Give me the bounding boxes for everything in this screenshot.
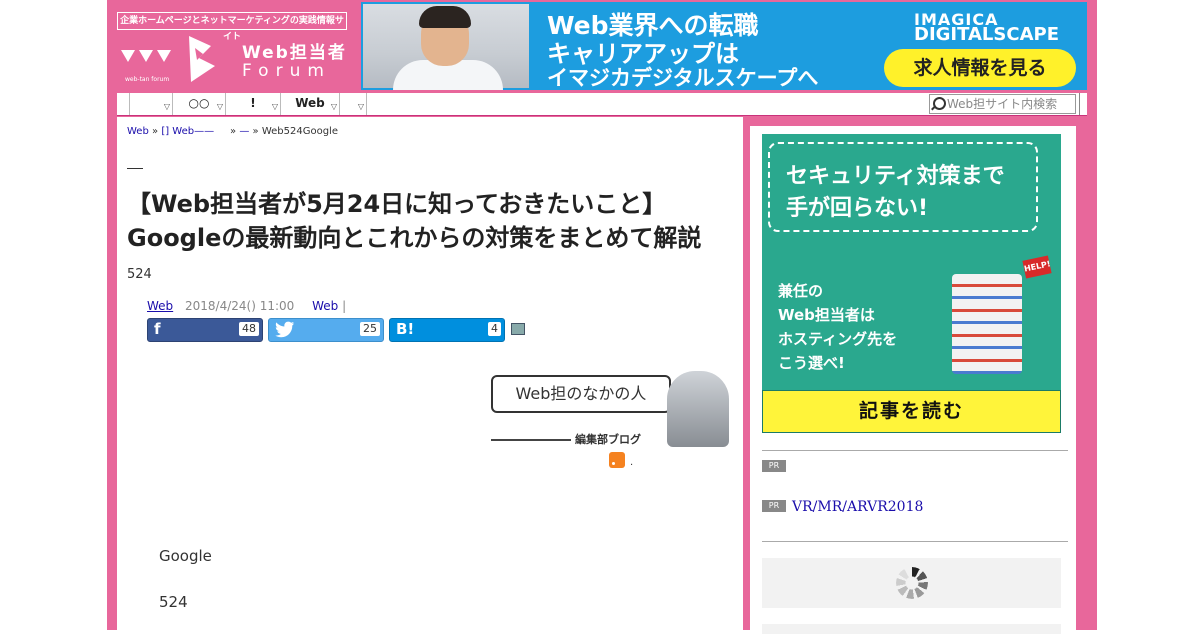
penguin-mascot-icon — [667, 371, 729, 447]
global-nav: ▽ ○○ ▽ ! ▽ Web ▽ ▽ Web担サイト内検索 — [117, 93, 1087, 116]
twitter-bird-icon — [275, 321, 295, 338]
facebook-count: 48 — [239, 322, 259, 336]
banner-photo-hair — [419, 6, 471, 28]
rss-trailing-text: . — [630, 457, 634, 468]
article-lead: 524 — [127, 267, 152, 282]
chevron-down-icon: ▽ — [271, 102, 278, 111]
help-sign: HELP! — [1022, 255, 1052, 279]
ad-text-1: 兼任の — [778, 282, 824, 300]
banner-cta-button[interactable]: 求人情報を見る — [884, 49, 1076, 87]
blog-label: 編集部ブログ — [575, 433, 641, 446]
blog-rule — [491, 439, 571, 441]
logo-sub: web-tan forum — [125, 76, 170, 83]
pr-badge: PR — [762, 500, 786, 512]
header-banner-ad[interactable]: Web業界への転職 キャリアアップは イマジカデジタルスケープへ IMAGICA… — [361, 2, 1087, 90]
chevron-down-icon: ▽ — [357, 102, 364, 111]
category-sep: | — [342, 299, 347, 313]
chevron-down-icon: ▽ — [216, 102, 223, 111]
loading-widget — [762, 558, 1061, 608]
ad-headline-1: セキュリティ対策まで — [786, 164, 1005, 189]
site-search-input[interactable]: Web担サイト内検索 — [929, 94, 1076, 114]
breadcrumb-sep: » — [230, 126, 237, 137]
hatena-bookmark-button[interactable]: B! 4 — [389, 318, 505, 342]
rss-icon[interactable] — [609, 452, 625, 468]
nav-item-2-label: ○○ — [188, 96, 210, 110]
nav-item-4-label: Web — [295, 96, 325, 110]
rss-icon-dot — [612, 462, 615, 465]
nav-item-2[interactable]: ○○ ▽ — [172, 93, 225, 115]
breadcrumb-home[interactable]: Web — [127, 126, 149, 137]
chevron-down-icon: ▽ — [163, 102, 170, 111]
site-tagline: 企業ホームページとネットマーケティングの実践情報サイト — [117, 12, 347, 42]
article-title: 【Web担当者が5月24日に知っておきたいこと】Googleの最新動向とこれから… — [127, 190, 702, 252]
sidebar-divider — [762, 541, 1068, 542]
breadcrumb: Web » [] Web—— » — » Web524Google — [127, 126, 338, 137]
twitter-share-button[interactable]: 25 — [268, 318, 384, 342]
search-icon — [933, 97, 946, 110]
category-link[interactable]: Web — [312, 299, 338, 313]
nav-item-1[interactable]: ▽ — [129, 93, 172, 115]
article-meta: Web 2018/4/24() 11:00 Web | — [147, 299, 346, 313]
breadcrumb-sep: » — [252, 126, 259, 137]
sidebar-ad[interactable]: セキュリティ対策まで 手が回らない! 兼任の Web担当者は ホスティング先を … — [762, 134, 1061, 433]
sidebar-divider — [762, 450, 1068, 451]
title-rule — [127, 168, 143, 169]
loading-spinner-icon — [896, 567, 928, 599]
twitter-count: 25 — [360, 322, 380, 336]
facebook-share-button[interactable]: f 48 — [147, 318, 263, 342]
hatena-bookmark-icon: B! — [396, 320, 415, 338]
breadcrumb-sub[interactable]: — — [239, 126, 249, 137]
nav-divider — [1079, 93, 1086, 115]
pr-badge: PR — [762, 460, 786, 472]
ad-text-3: ホスティング先を — [778, 330, 898, 348]
ad-headline-2: 手が回らない! — [786, 196, 929, 221]
nav-item-5[interactable]: ▽ — [339, 93, 367, 115]
banner-brand-bottom: DIGITALSCAPE — [914, 24, 1059, 45]
search-placeholder: Web担サイト内検索 — [947, 97, 1058, 111]
editor-blog-banner[interactable]: Web担のなかの人 編集部ブログ — [489, 371, 733, 447]
body-paragraph-1: Google — [159, 547, 212, 565]
article-date: 2018/4/24() 11:00 — [185, 299, 295, 313]
nav-item-3[interactable]: ! ▽ — [225, 93, 280, 115]
breadcrumb-section[interactable]: [] Web—— — [161, 126, 214, 137]
facebook-icon: f — [154, 320, 161, 338]
author-link[interactable]: Web — [147, 299, 173, 313]
chevron-down-icon: ▽ — [330, 102, 337, 111]
main-content: Web » [] Web—— » — » Web524Google 【Web担当… — [117, 117, 743, 630]
hatena-count: 4 — [488, 322, 501, 336]
blog-bubble: Web担のなかの人 — [491, 375, 671, 413]
ad-text-4: こう選べ! — [778, 354, 845, 372]
breadcrumb-current: Web524Google — [261, 126, 338, 137]
breadcrumb-sep: » — [152, 126, 159, 137]
banner-line3: イマジカデジタルスケープへ — [547, 66, 819, 90]
print-icon[interactable] — [511, 323, 525, 335]
nav-item-4[interactable]: Web ▽ — [280, 93, 339, 115]
nav-item-3-label: ! — [250, 96, 256, 110]
banner-photo — [363, 4, 529, 90]
logo-forum: Forum — [242, 61, 331, 81]
ad-text-2: Web担当者は — [778, 306, 875, 324]
body-paragraph-2: 524 — [159, 593, 188, 611]
site-frame: 企業ホームページとネットマーケティングの実践情報サイト Web担当者 Forum… — [107, 0, 1097, 634]
loading-widget-2 — [762, 624, 1061, 634]
logo-title: Web担当者 — [242, 43, 347, 63]
site-logo[interactable]: Web担当者 Forum web-tan forum — [119, 32, 349, 86]
pr-link[interactable]: VR/MR/ARVR2018 — [792, 499, 923, 515]
paper-stack-illustration — [952, 274, 1022, 374]
ad-read-button[interactable]: 記事を読む — [762, 390, 1061, 433]
sidebar: セキュリティ対策まで 手が回らない! 兼任の Web担当者は ホスティング先を … — [750, 126, 1076, 634]
